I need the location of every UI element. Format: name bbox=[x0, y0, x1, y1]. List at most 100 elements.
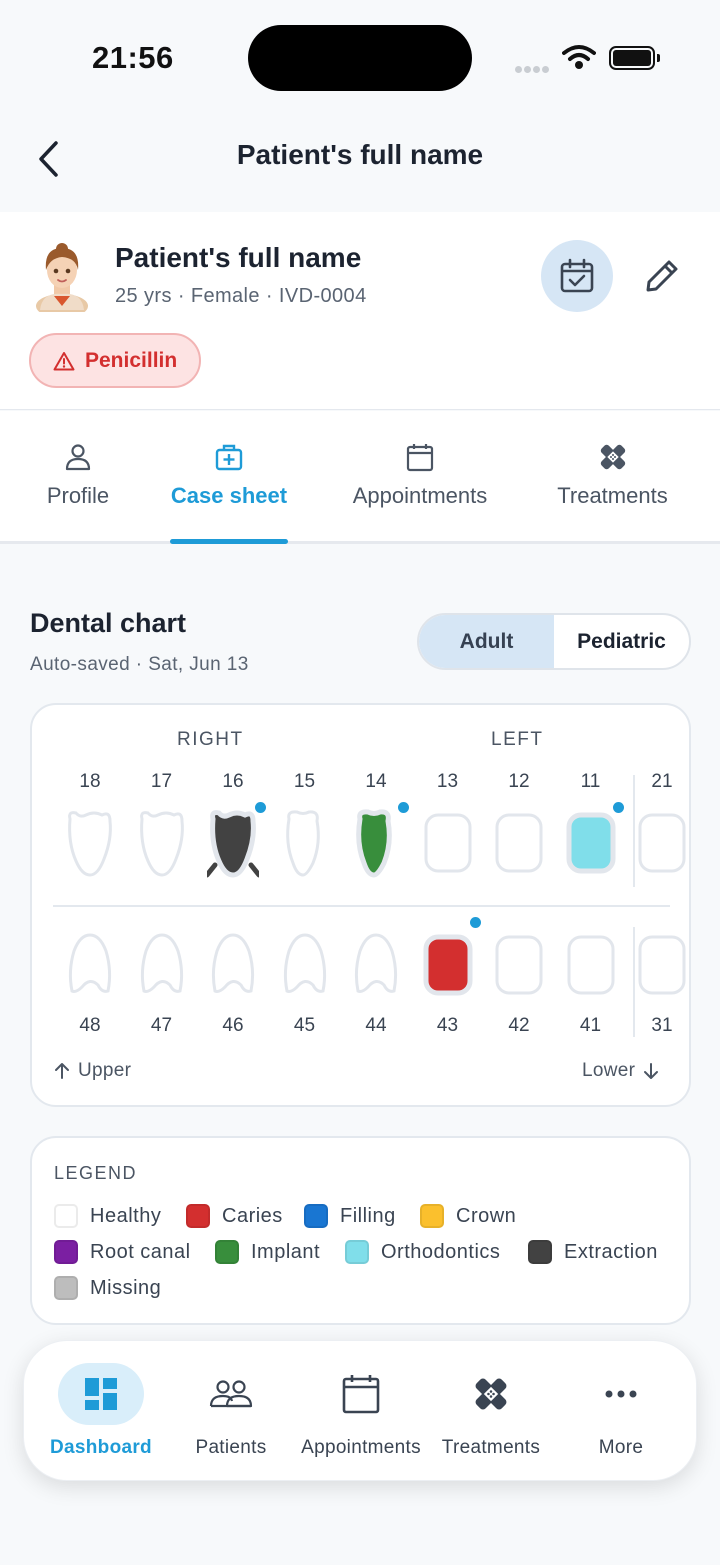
tooth-44[interactable] bbox=[350, 931, 402, 1001]
tooth-note-indicator bbox=[255, 802, 266, 813]
tooth-number-46: 46 bbox=[222, 1015, 244, 1036]
upper-arch-label: Upper bbox=[54, 1060, 131, 1082]
status-time: 21:56 bbox=[92, 40, 174, 75]
tooth-number-31: 31 bbox=[651, 1015, 673, 1036]
tooth-12[interactable] bbox=[493, 809, 545, 879]
upper-label-text: Upper bbox=[78, 1060, 132, 1081]
people-icon bbox=[209, 1380, 253, 1408]
section-title: Dental chart bbox=[30, 608, 187, 638]
tooth-number-11: 11 bbox=[580, 771, 601, 792]
legend-label: Caries bbox=[222, 1204, 283, 1227]
dashboard-icon bbox=[85, 1378, 117, 1410]
patient-name: Patient's full name bbox=[115, 242, 362, 273]
pediatric-toggle-button[interactable]: Pediatric bbox=[554, 615, 689, 668]
autosave-status: Auto-saved · Sat, Jun 13 bbox=[30, 654, 249, 675]
page-title: Patient's full name bbox=[236, 139, 484, 170]
tooth-number-21: 21 bbox=[651, 771, 673, 792]
dynamic-island bbox=[248, 25, 472, 91]
tab-treatments[interactable]: Treatments bbox=[545, 439, 680, 509]
tooth-number-17: 17 bbox=[150, 771, 173, 792]
warning-icon bbox=[53, 351, 75, 370]
midline-upper bbox=[633, 775, 635, 887]
tooth-15[interactable] bbox=[279, 809, 331, 879]
legend-swatch bbox=[345, 1240, 369, 1264]
legend-swatch bbox=[528, 1240, 552, 1264]
nav-bar: Patient's full name bbox=[0, 115, 720, 210]
tooth-18[interactable] bbox=[64, 809, 116, 879]
legend-swatch bbox=[54, 1240, 78, 1264]
nav-treatments[interactable]: Treatments bbox=[426, 1363, 556, 1459]
legend-item-crown: Crown bbox=[420, 1204, 516, 1228]
nav-patients[interactable]: Patients bbox=[166, 1363, 296, 1459]
tooth-31[interactable] bbox=[636, 931, 688, 1001]
legend-swatch bbox=[54, 1204, 78, 1228]
calendar-check-icon bbox=[560, 258, 594, 293]
legend-swatch bbox=[304, 1204, 328, 1228]
person-icon bbox=[65, 444, 91, 471]
legend-swatch bbox=[420, 1204, 444, 1228]
right-side-label: RIGHT bbox=[177, 729, 244, 750]
legend-label: Root canal bbox=[90, 1240, 191, 1263]
patient-tabs: Profile Case sheet Appointments Treatmen… bbox=[0, 411, 720, 544]
tooth-43[interactable] bbox=[422, 931, 474, 1001]
allergy-label: Penicillin bbox=[85, 348, 178, 372]
tooth-16[interactable] bbox=[207, 809, 259, 879]
tooth-17[interactable] bbox=[136, 809, 188, 879]
nav-label: Dashboard bbox=[50, 1437, 152, 1458]
legend-swatch bbox=[54, 1276, 78, 1300]
nav-dashboard[interactable]: Dashboard bbox=[36, 1363, 166, 1459]
tooth-42[interactable] bbox=[493, 931, 545, 1001]
legend-title: LEGEND bbox=[54, 1163, 138, 1183]
allergy-badge: Penicillin bbox=[29, 333, 202, 388]
midline-lower bbox=[633, 927, 635, 1037]
tab-profile[interactable]: Profile bbox=[38, 439, 118, 509]
legend-item-root-canal: Root canal bbox=[54, 1240, 191, 1264]
bandage-icon bbox=[600, 444, 625, 470]
tooth-14[interactable] bbox=[350, 809, 402, 879]
tooth-13[interactable] bbox=[422, 809, 474, 879]
legend-swatch bbox=[215, 1240, 239, 1264]
adult-toggle-button[interactable]: Adult bbox=[419, 615, 554, 668]
medical-case-icon bbox=[215, 444, 243, 471]
cellular-signal-icon bbox=[515, 60, 551, 78]
tab-label: Appointments bbox=[352, 483, 488, 508]
legend-label: Orthodontics bbox=[381, 1240, 501, 1263]
tooth-number-44: 44 bbox=[365, 1015, 387, 1036]
legend-label: Missing bbox=[90, 1276, 162, 1299]
dental-chart-card: RIGHT LEFT Upper Lower 18 17 16 15 14 13 12 11 2… bbox=[30, 703, 691, 1107]
dentition-toggle: Adult Pediatric bbox=[417, 613, 691, 670]
tooth-41[interactable] bbox=[565, 931, 617, 1001]
legend-card: LEGEND Healthy Caries Filling Crown Root can… bbox=[30, 1136, 691, 1325]
calendar-icon bbox=[406, 444, 434, 472]
legend-label: Implant bbox=[251, 1240, 321, 1263]
avatar bbox=[36, 243, 88, 312]
schedule-appointment-button[interactable] bbox=[541, 240, 613, 312]
arrow-up-icon bbox=[55, 1063, 69, 1079]
arch-divider bbox=[53, 905, 670, 907]
tooth-number-41: 41 bbox=[579, 1015, 602, 1036]
tooth-11[interactable] bbox=[565, 809, 617, 879]
nav-label: More bbox=[598, 1437, 644, 1458]
legend-item-missing: Missing bbox=[54, 1276, 161, 1300]
nav-more[interactable]: More bbox=[556, 1363, 686, 1459]
nav-appointments[interactable]: Appointments bbox=[296, 1363, 426, 1459]
legend-swatch bbox=[186, 1204, 210, 1228]
patient-header-card: Patient's full name 25 yrs · Female · IV… bbox=[0, 212, 720, 410]
legend-item-healthy: Healthy bbox=[54, 1204, 161, 1228]
tooth-48[interactable] bbox=[64, 931, 116, 1001]
edit-pencil-icon[interactable] bbox=[640, 254, 684, 298]
tooth-46[interactable] bbox=[207, 931, 259, 1001]
tooth-47[interactable] bbox=[136, 931, 188, 1001]
tooth-number-14: 14 bbox=[365, 771, 387, 792]
tab-appointments[interactable]: Appointments bbox=[340, 439, 500, 509]
tooth-21[interactable] bbox=[636, 809, 688, 879]
tab-case-sheet[interactable]: Case sheet bbox=[160, 439, 298, 509]
legend-item-filling: Filling bbox=[304, 1204, 396, 1228]
tab-label: Profile bbox=[46, 483, 110, 508]
legend-label: Extraction bbox=[564, 1240, 658, 1263]
lower-label-text: Lower bbox=[582, 1060, 636, 1081]
tooth-45[interactable] bbox=[279, 931, 331, 1001]
legend-item-implant: Implant bbox=[215, 1240, 320, 1264]
active-tab-indicator bbox=[170, 539, 288, 544]
legend-label: Filling bbox=[340, 1204, 396, 1227]
